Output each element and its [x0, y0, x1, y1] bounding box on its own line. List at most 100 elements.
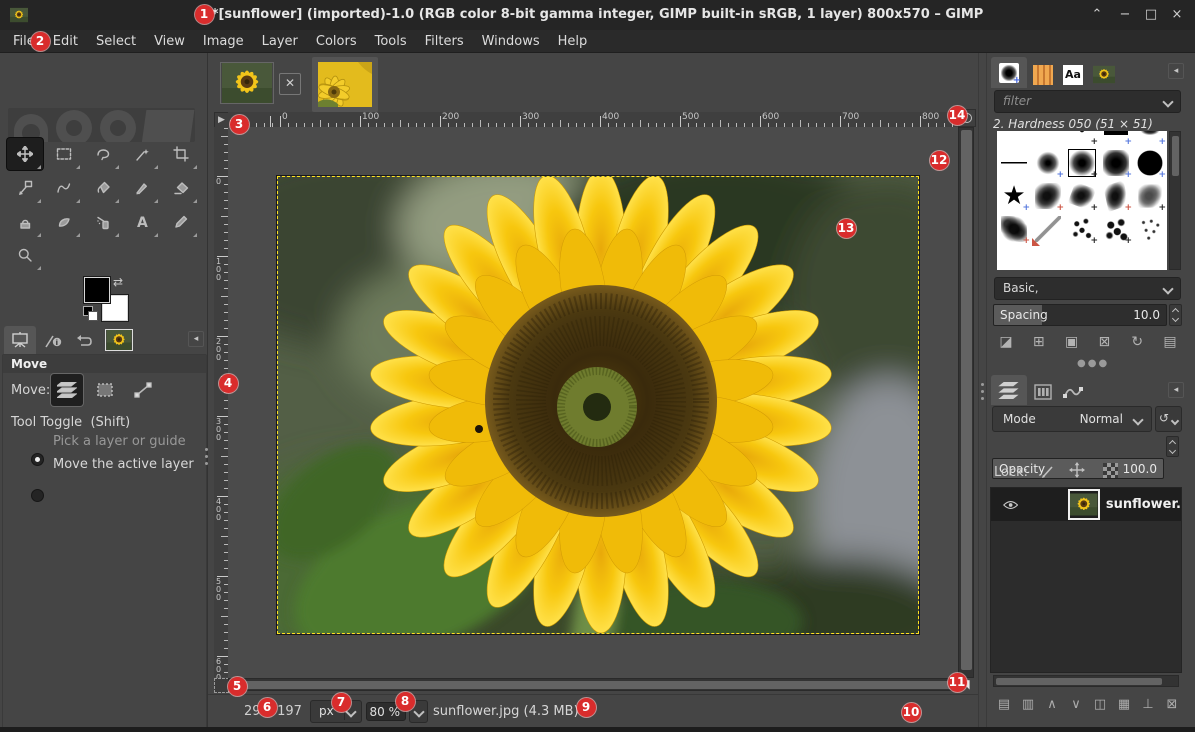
airbrush-tool[interactable] — [85, 206, 121, 238]
vertical-scrollbar-thumb[interactable] — [961, 130, 972, 670]
vertical-scrollbar[interactable] — [958, 127, 974, 678]
move-layer-button[interactable] — [51, 374, 83, 406]
foreground-color-swatch[interactable] — [83, 276, 111, 304]
tab-fonts[interactable]: Aa — [1059, 61, 1087, 88]
shade-button[interactable]: ⌃ — [1085, 0, 1109, 30]
brush-grid-scrollbar[interactable] — [1169, 131, 1181, 270]
layers-scrollbar[interactable] — [993, 675, 1179, 687]
unified-transform-tool[interactable] — [7, 172, 43, 204]
move-selection-button[interactable] — [89, 374, 121, 406]
brush-star[interactable]: ★ + — [997, 180, 1031, 213]
tab-undo-history[interactable] — [70, 327, 100, 355]
maximize-button[interactable]: □ — [1139, 0, 1163, 30]
paintbrush-tool[interactable] — [124, 172, 160, 204]
minimize-button[interactable]: − — [1113, 0, 1137, 30]
brush-grid[interactable]: + + + + + + + ★ + + + + + + + + — [997, 131, 1167, 270]
image-tab-flower2[interactable] — [312, 57, 378, 112]
canvas-image[interactable] — [198, 147, 988, 687]
tab-tool-options[interactable] — [4, 326, 36, 354]
new-brush-button[interactable]: ⊞ — [1028, 331, 1050, 353]
visibility-eye-icon[interactable] — [1003, 499, 1018, 511]
crop-tool[interactable] — [163, 138, 199, 170]
brush-dots-m[interactable]: + — [1065, 213, 1099, 246]
menu-item-filters[interactable]: Filters — [416, 30, 473, 53]
eraser-tool[interactable] — [163, 172, 199, 204]
brush-soft-l[interactable]: + — [1099, 147, 1133, 180]
collapse-dock-icon[interactable]: ◂ — [1168, 63, 1184, 79]
layers-scrollbar-thumb[interactable] — [996, 678, 1162, 685]
smudge-tool[interactable] — [46, 206, 82, 238]
tab-document-images[interactable] — [1089, 61, 1119, 88]
close-button[interactable]: × — [1165, 0, 1189, 30]
ink-tool[interactable] — [163, 206, 199, 238]
menu-item-edit[interactable]: Edit — [44, 30, 87, 53]
brush-ellipse-soft[interactable]: + — [1133, 131, 1167, 147]
text-tool[interactable]: A — [124, 206, 160, 238]
close-image-icon[interactable]: ✕ — [279, 73, 301, 95]
brush-bar[interactable]: + — [1099, 131, 1133, 147]
raise-layer-button[interactable]: ∧ — [1041, 694, 1063, 716]
brush-category-dropdown[interactable]: Basic, — [994, 277, 1181, 300]
brush-chalk3[interactable]: + — [1099, 180, 1133, 213]
brush-scribble[interactable]: + — [997, 213, 1031, 246]
quick-mask-icon[interactable] — [214, 678, 229, 693]
canvas-menu-icon[interactable]: ▶ — [214, 112, 229, 128]
warp-transform-tool[interactable] — [46, 172, 82, 204]
move-path-button[interactable] — [127, 374, 159, 406]
menu-item-help[interactable]: Help — [549, 30, 597, 53]
collapse-dock-icon[interactable]: ◂ — [188, 331, 204, 347]
lock-pixels-button[interactable] — [1037, 462, 1059, 482]
spacing-spinner[interactable] — [1169, 304, 1182, 326]
rectangle-select-tool[interactable] — [46, 138, 82, 170]
new-layer-button[interactable]: ▤ — [993, 694, 1015, 716]
brush-chalk4[interactable]: + — [1133, 180, 1167, 213]
edit-brush-button[interactable]: ◪ — [995, 331, 1017, 353]
brush-hard[interactable]: + — [1133, 147, 1167, 180]
tab-paths[interactable] — [1059, 379, 1087, 405]
refresh-brushes-button[interactable]: ↻ — [1126, 331, 1148, 353]
vertical-ruler[interactable]: 0100200300400500600 — [214, 127, 228, 682]
fuzzy-select-tool[interactable] — [124, 138, 160, 170]
tab-brushes[interactable]: + — [991, 57, 1027, 88]
layers-list[interactable]: sunflower. — [990, 487, 1182, 673]
menu-item-layer[interactable]: Layer — [253, 30, 307, 53]
anchor-layer-button[interactable]: ⊥ — [1137, 694, 1159, 716]
delete-layer-button[interactable]: ⊠ — [1161, 694, 1183, 716]
spacing-slider[interactable]: Spacing 10.0 — [993, 304, 1167, 326]
tab-device-status[interactable]: i — [38, 327, 68, 355]
brush-dots-l[interactable]: + — [1099, 213, 1133, 246]
tab-channels[interactable] — [1029, 379, 1057, 405]
menu-item-tools[interactable]: Tools — [366, 30, 416, 53]
brush-filter-input[interactable]: filter — [994, 90, 1181, 113]
brush-grid-scrollbar-thumb[interactable] — [1172, 136, 1179, 176]
horizontal-ruler[interactable]: 0 100 200 300 400 500 600 700 800 — [228, 112, 958, 127]
menu-item-colors[interactable]: Colors — [307, 30, 366, 53]
brush-chalk2[interactable]: + — [1065, 180, 1099, 213]
horizontal-scrollbar-thumb[interactable] — [231, 681, 952, 689]
duplicate-brush-button[interactable]: ▣ — [1061, 331, 1083, 353]
horizontal-scrollbar[interactable] — [228, 678, 955, 691]
menu-item-select[interactable]: Select — [87, 30, 145, 53]
move-tool[interactable] — [7, 138, 43, 170]
tab-patterns[interactable] — [1029, 61, 1057, 88]
mode-options-button[interactable]: ↺ — [1155, 406, 1182, 432]
lock-alpha-button[interactable] — [1103, 463, 1118, 478]
menu-item-view[interactable]: View — [145, 30, 194, 53]
brush-line[interactable] — [997, 147, 1031, 180]
radio-move-active[interactable] — [31, 489, 44, 502]
swap-colors-icon[interactable]: ⇄ — [113, 275, 123, 289]
duplicate-layer-button[interactable]: ◫ — [1089, 694, 1111, 716]
menu-item-windows[interactable]: Windows — [473, 30, 549, 53]
panel-resize-grip[interactable] — [205, 448, 208, 465]
brush-soft-m[interactable]: + — [1065, 147, 1099, 180]
image-tab-sunflower[interactable] — [220, 62, 274, 104]
bucket-fill-tool[interactable] — [85, 172, 121, 204]
brush-dots-s[interactable] — [1133, 213, 1167, 246]
tab-layers[interactable] — [991, 375, 1027, 405]
layer-row[interactable]: sunflower. — [991, 488, 1181, 521]
zoom-tool[interactable] — [7, 239, 43, 271]
collapse-dock-icon[interactable]: ◂ — [1168, 382, 1184, 398]
delete-brush-button[interactable]: ⊠ — [1093, 331, 1115, 353]
brush-soft-s[interactable]: + — [1031, 147, 1065, 180]
free-select-tool[interactable] — [85, 138, 121, 170]
